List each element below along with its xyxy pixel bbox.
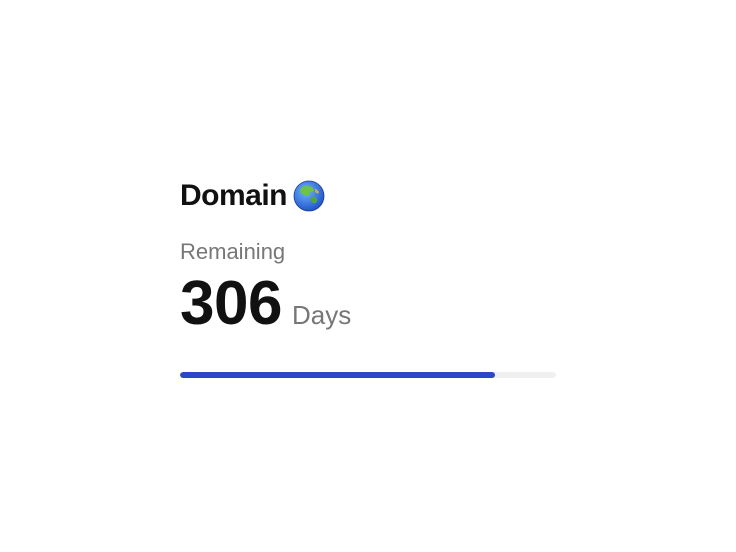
remaining-days-unit: Days bbox=[291, 300, 352, 330]
card-title: Domain bbox=[180, 179, 288, 212]
card-header: Domain bbox=[180, 176, 556, 216]
globe-asia-icon bbox=[293, 180, 325, 212]
remaining-value-row: 306 Days bbox=[180, 272, 556, 336]
domain-card: Domain Remaining 306 Days bbox=[180, 176, 556, 378]
progress-fill bbox=[180, 372, 496, 378]
remaining-label: Remaining bbox=[180, 239, 286, 264]
remaining-days-value: 306 bbox=[180, 269, 282, 338]
progress-track bbox=[180, 372, 556, 378]
